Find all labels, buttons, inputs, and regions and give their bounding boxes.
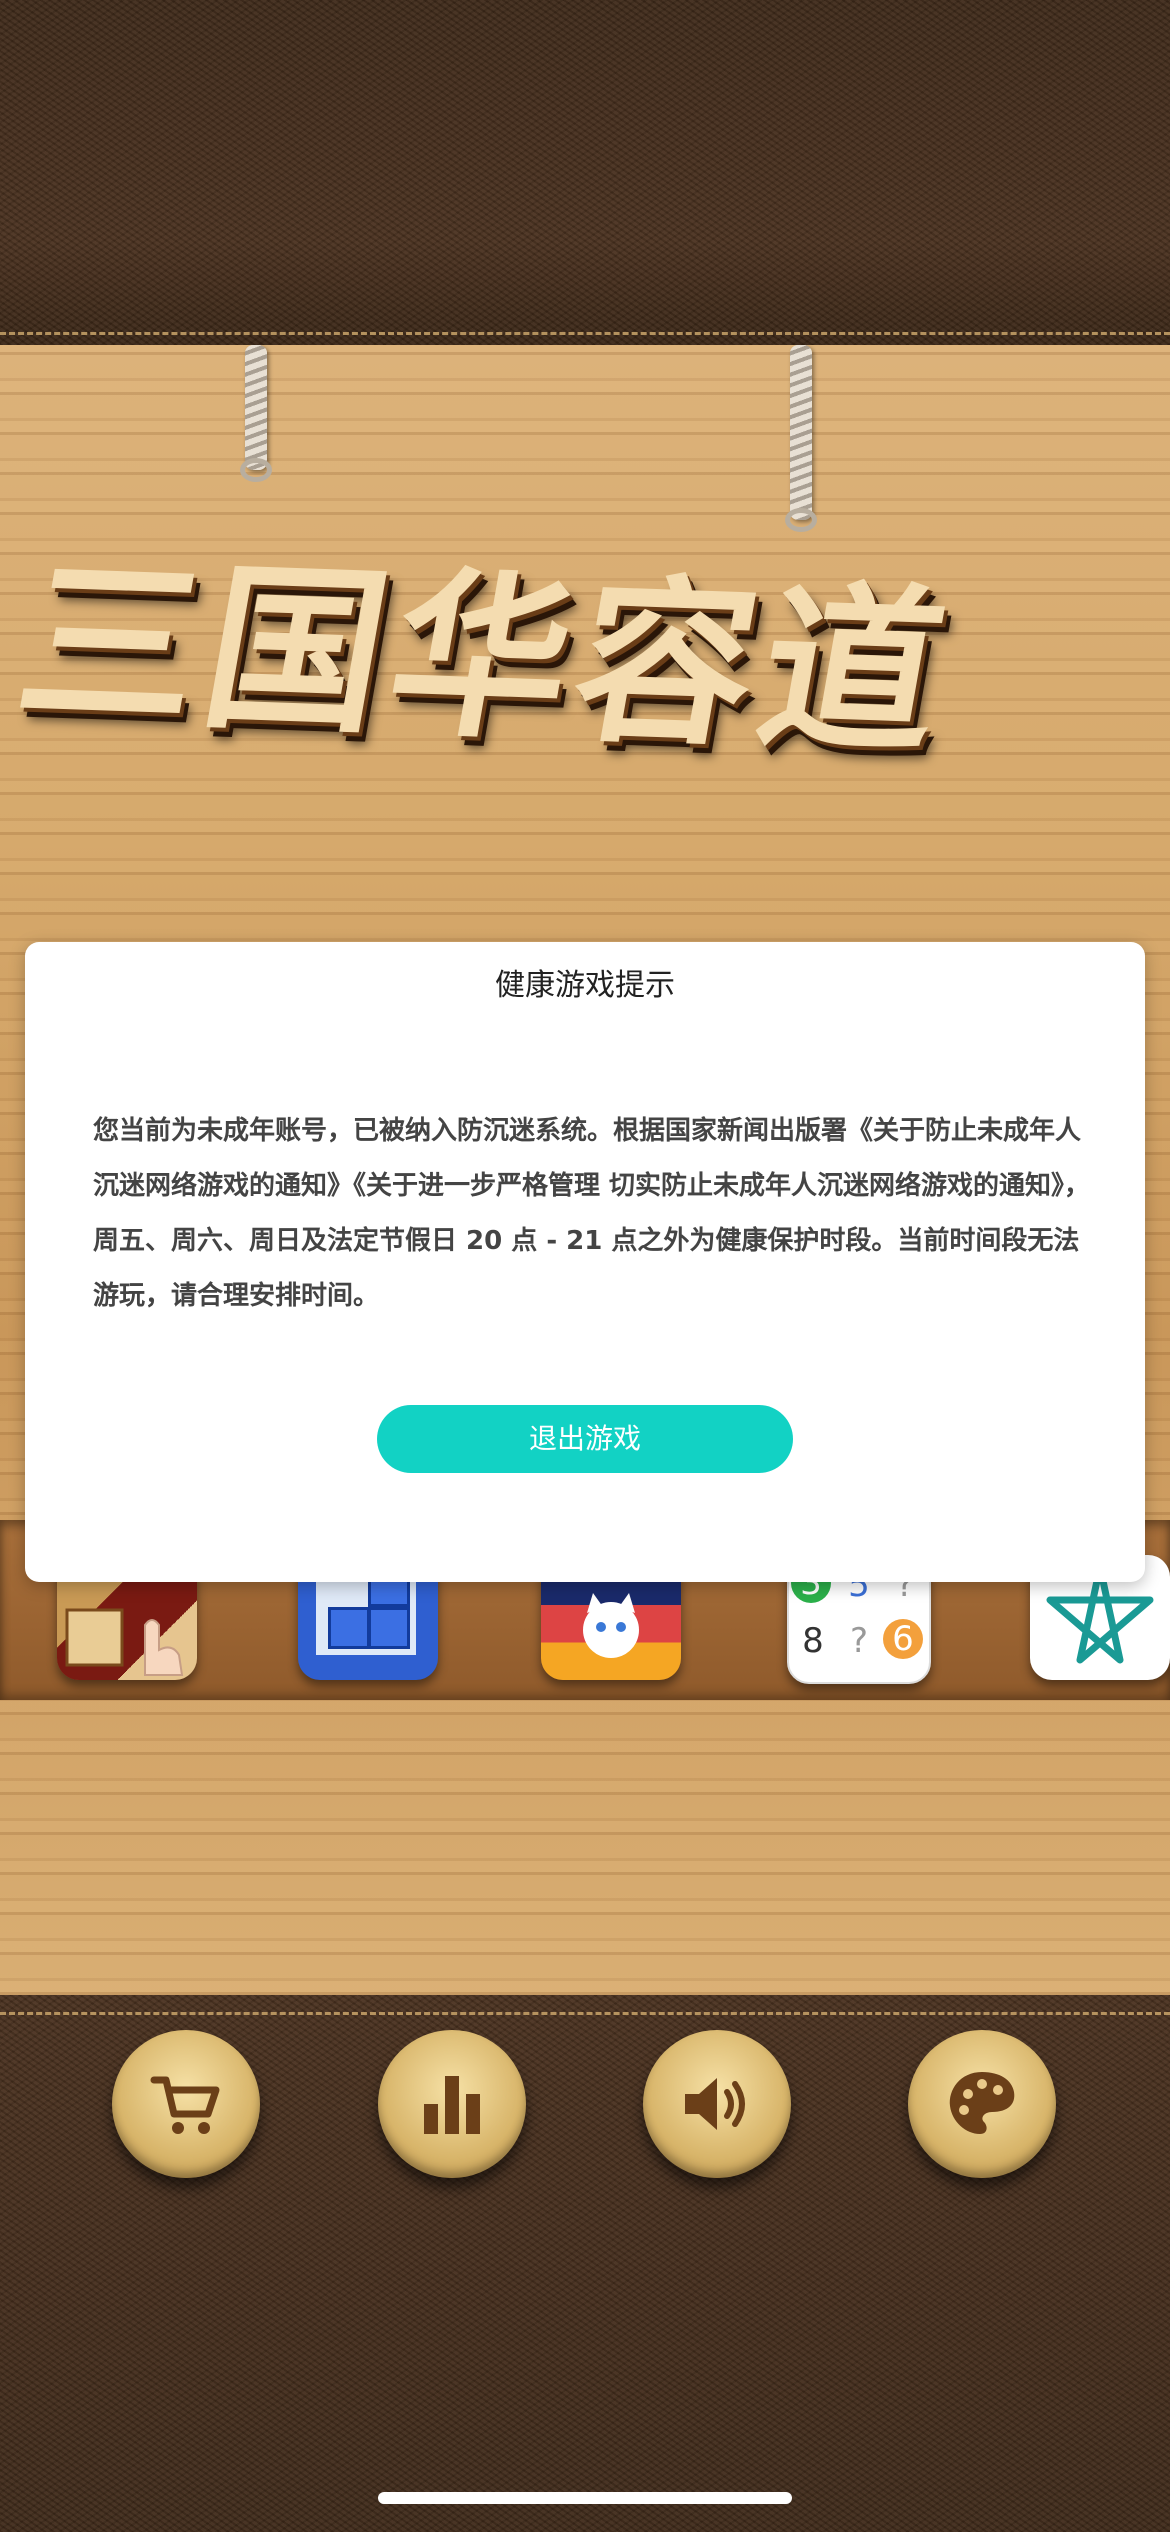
health-notice-dialog: 健康游戏提示 您当前为未成年账号，已被纳入防沉迷系统。根据国家新闻出版署《关于防… [25,942,1145,1582]
sudoku-cell: ? [849,1621,869,1661]
palette-icon [949,2072,1015,2134]
cart-icon [150,2076,220,2134]
leaderboard-button[interactable] [378,2030,526,2178]
block [328,1607,370,1649]
sudoku-cell: 8 [802,1621,824,1661]
block [368,1607,410,1649]
speaker-icon [685,2078,745,2130]
home-indicator[interactable] [378,2492,792,2504]
leather-header [0,0,1170,345]
sudoku-cell: 6 [883,1619,923,1659]
game-title-logo: 三国华容道 [4,536,967,778]
bar-chart-icon [424,2076,480,2134]
exit-game-button[interactable]: 退出游戏 [377,1405,793,1473]
stitch-line-top [0,332,1170,335]
hanging-rope-left [240,345,272,482]
hanging-rope-right [785,345,817,532]
stitch-line-bottom [0,2012,1170,2015]
sound-button[interactable] [643,2030,791,2178]
theme-button[interactable] [908,2030,1056,2178]
dialog-message: 您当前为未成年账号，已被纳入防沉迷系统。根据国家新闻出版署《关于防止未成年人沉迷… [93,1116,1091,1311]
shop-button[interactable] [112,2030,260,2178]
dialog-title: 健康游戏提示 [495,968,675,1003]
